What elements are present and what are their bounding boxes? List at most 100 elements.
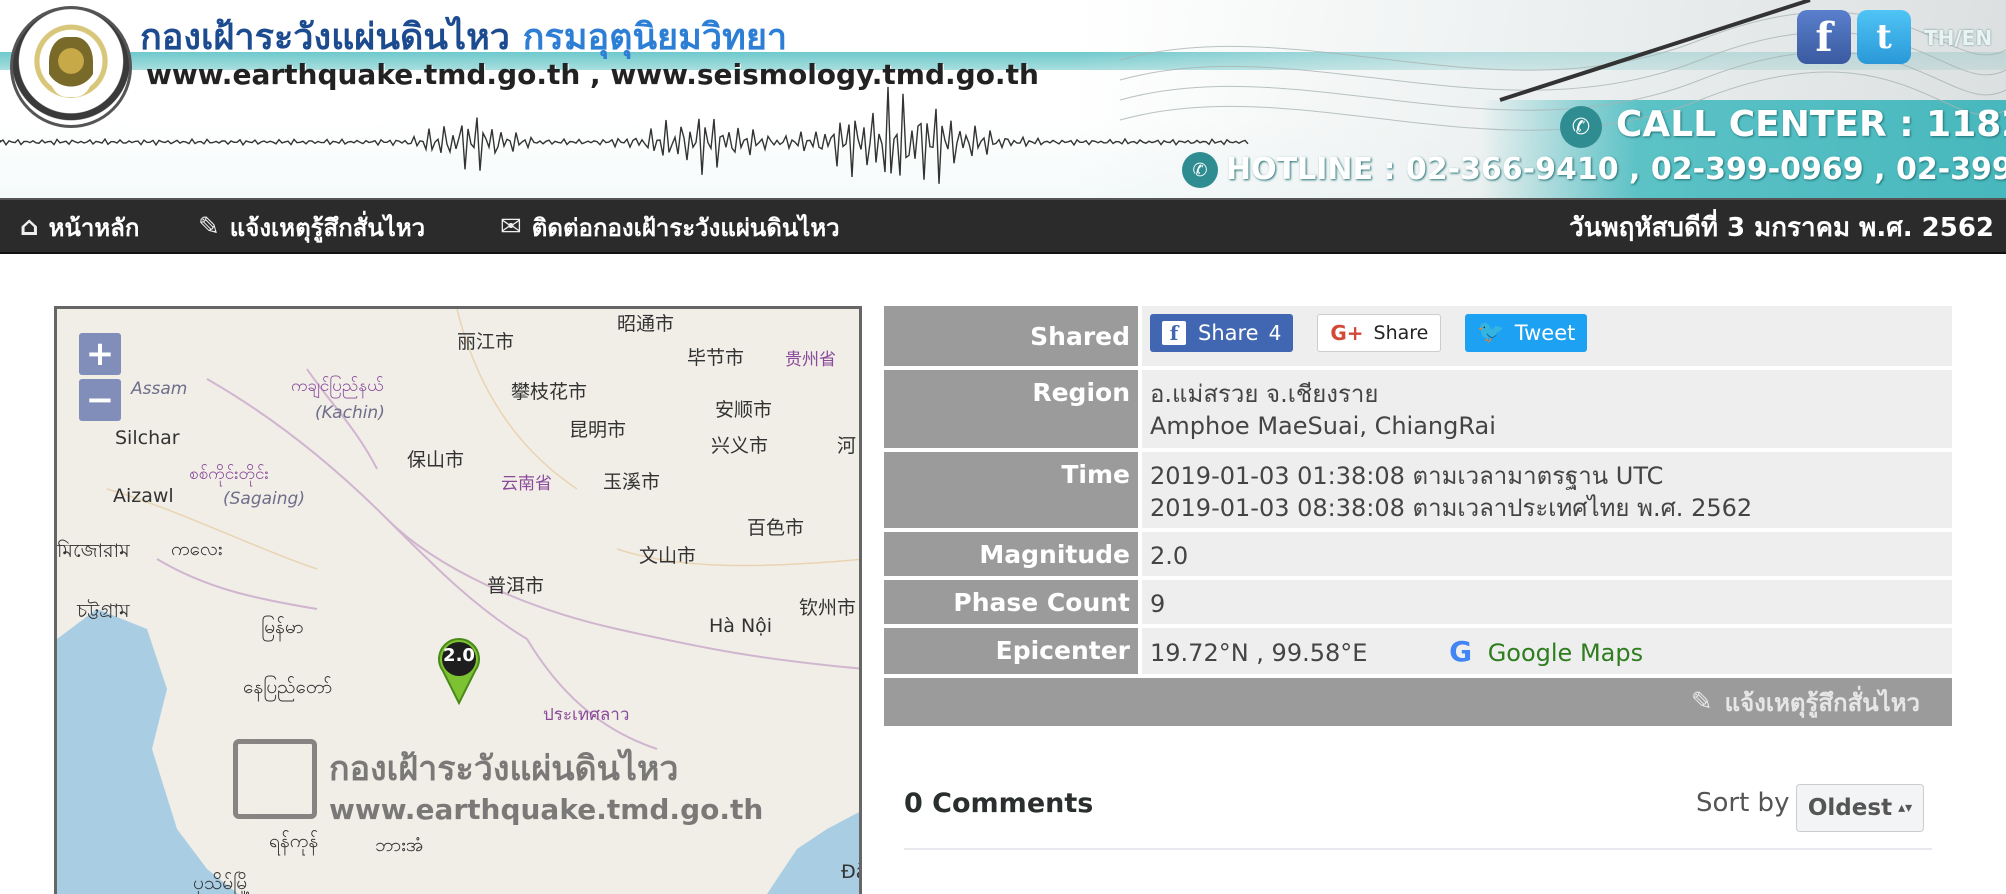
map-label: Silchar <box>115 427 180 449</box>
google-plus-share-label: Share <box>1373 322 1429 344</box>
shared-value: f Share 4 G+ Share 🐦 Tweet <box>1142 306 1952 366</box>
map-label: (Kachin) <box>315 403 385 423</box>
map-label: (Sagaing) <box>223 489 305 509</box>
map-label: မြန်မာ <box>261 616 304 638</box>
magnitude-value: 2.0 <box>1142 532 1952 576</box>
hotline: HOTLINE : 02-366-9410 , 02-399-0969 , 02… <box>1226 152 2006 187</box>
map-label: နေပြည်တော် <box>243 676 333 698</box>
phone-icon: ✆ <box>1560 106 1602 148</box>
map-label: 普洱市 <box>487 575 545 597</box>
time-label: Time <box>884 452 1138 528</box>
epicenter-coords: 19.72°N , 99.58°E <box>1150 639 1368 667</box>
report-felt-label: แจ้งเหตุรู้สึกสั่นไหว <box>1724 688 1920 717</box>
report-icon: ✎ <box>1690 687 1713 717</box>
map-label: စစ်ကိုင်းတိုင်း <box>189 464 269 484</box>
map-label: Hà Nội <box>709 615 773 637</box>
seismograph-icon <box>233 739 317 819</box>
facebook-icon[interactable]: f <box>1797 10 1851 64</box>
tweet-label: Tweet <box>1514 321 1576 345</box>
nav-contact-label: ติดต่อกองเฝ้าระวังแผ่นดินไหว <box>531 213 840 242</box>
map-label: Đà N <box>841 861 859 883</box>
twitter-icon: 🐦 <box>1477 320 1505 345</box>
nav-report-felt[interactable]: ✎ แจ้งเหตุรู้สึกสั่นไหว <box>198 200 425 254</box>
map-label: 云南省 <box>501 474 552 494</box>
report-felt-button[interactable]: ✎ แจ้งเหตุรู้สึกสั่นไหว <box>884 678 1952 726</box>
site-title: กองเฝ้าระวังแผ่นดินไหว กรมอุตุนิยมวิทยา <box>140 17 788 58</box>
home-icon: ⌂ <box>20 212 39 242</box>
map-label: 昭通市 <box>617 313 675 335</box>
sort-arrows-icon: ▴▾ <box>1898 800 1913 816</box>
phase-count-label: Phase Count <box>884 580 1138 624</box>
map-label: 文山市 <box>639 545 697 567</box>
header-banner: กองเฝ้าระวังแผ่นดินไหว กรมอุตุนิยมวิทยา … <box>0 0 2006 198</box>
map-label: চট্টগ্রাম <box>77 600 130 622</box>
time-utc: 2019-01-03 01:38:08 ตามเวลามาตรฐาน UTC <box>1150 462 1664 490</box>
report-icon: ✎ <box>198 212 220 242</box>
magnitude-label: Magnitude <box>884 532 1138 576</box>
map-label: ကချင်ပြည်နယ် <box>291 376 384 396</box>
epicenter-label: Epicenter <box>884 628 1138 674</box>
map-label: মিজোরাম <box>57 540 130 562</box>
row-region: Region อ.แม่สรวย จ.เชียงราย Amphoe MaeSu… <box>884 370 1952 448</box>
map-label: ကလေး <box>171 538 223 560</box>
google-maps-link[interactable]: G Google Maps <box>1449 636 1644 668</box>
time-thai: 2019-01-03 08:38:08 ตามเวลาประเทศไทย พ.ศ… <box>1150 494 1753 522</box>
time-value: 2019-01-03 01:38:08 ตามเวลามาตรฐาน UTC 2… <box>1142 452 1952 528</box>
row-time: Time 2019-01-03 01:38:08 ตามเวลามาตรฐาน … <box>884 452 1952 528</box>
comments-count: 0 Comments <box>904 788 1094 819</box>
twitter-icon[interactable]: t <box>1857 10 1911 64</box>
marker-magnitude: 2.0 <box>443 645 475 666</box>
tmd-logo[interactable] <box>10 6 132 128</box>
mail-icon: ✉ <box>500 212 522 242</box>
nav-contact[interactable]: ✉ ติดต่อกองเฝ้าระวังแผ่นดินไหว <box>500 200 840 254</box>
map-label: 兴义市 <box>711 435 769 457</box>
phase-count-value: 9 <box>1142 580 1952 624</box>
map-label: Aizawl <box>113 485 174 507</box>
watermark-url: www.earthquake.tmd.go.th <box>329 793 764 826</box>
earthquake-info-table: Shared f Share 4 G+ Share 🐦 Tweet Region… <box>884 306 1952 726</box>
sort-value: Oldest <box>1807 795 1893 821</box>
nav-home-label: หน้าหลัก <box>48 213 140 242</box>
google-icon: G <box>1449 635 1473 668</box>
map-label: 保山市 <box>407 449 465 471</box>
row-magnitude: Magnitude 2.0 <box>884 532 1952 576</box>
row-phase-count: Phase Count 9 <box>884 580 1952 624</box>
watermark-title: กองเฝ้าระวังแผ่นดินไหว <box>329 749 679 789</box>
facebook-share-label: Share <box>1198 321 1259 345</box>
map-label: 攀枝花市 <box>511 381 588 403</box>
google-maps-label: Google Maps <box>1487 639 1644 667</box>
nav-home[interactable]: ⌂ หน้าหลัก <box>20 200 139 254</box>
sort-select[interactable]: Oldest ▴▾ <box>1796 784 1924 832</box>
region-label: Region <box>884 370 1138 448</box>
map-label: ပုသိမ်မြို့ <box>193 872 251 894</box>
comments-divider <box>904 848 1932 850</box>
nav-report-label: แจ้งเหตุรู้สึกสั่นไหว <box>229 213 426 242</box>
zoom-in-button[interactable]: + <box>79 333 121 375</box>
language-switch[interactable]: TH/EN <box>1924 26 1992 50</box>
phone-icon: ✆ <box>1182 152 1218 188</box>
epicenter-map[interactable]: 昭通市 丽江市 毕节市 贵州省 Assam ကချင်ပြည်နယ် (Kach… <box>54 306 862 894</box>
region-english: Amphoe MaeSuai, ChiangRai <box>1150 412 1496 440</box>
map-label: ประเทศลาว <box>543 705 630 725</box>
map-label: 玉溪市 <box>603 471 661 493</box>
facebook-share-button[interactable]: f Share 4 <box>1150 314 1294 352</box>
tweet-button[interactable]: 🐦 Tweet <box>1465 314 1588 352</box>
google-plus-icon: G+ <box>1330 321 1364 345</box>
map-label: 百色市 <box>747 517 805 539</box>
site-subtitle: กรมอุตุนิยมวิทยา <box>522 17 788 58</box>
sort-label: Sort by <box>1696 788 1790 818</box>
map-label: 钦州市 <box>799 597 857 619</box>
row-epicenter: Epicenter 19.72°N , 99.58°E G Google Map… <box>884 628 1952 674</box>
current-date: วันพฤหัสบดีที่ 3 มกราคม พ.ศ. 2562 <box>1569 212 1994 243</box>
map-label: 昆明市 <box>569 419 627 441</box>
map-label: Assam <box>131 379 188 399</box>
google-plus-share-button[interactable]: G+ Share <box>1317 314 1442 352</box>
region-thai: อ.แม่สรวย จ.เชียงราย <box>1150 380 1379 408</box>
zoom-out-button[interactable]: − <box>79 379 121 421</box>
shared-label: Shared <box>884 306 1138 366</box>
watermark-logo: กองเฝ้าระวังแผ่นดินไหว www.earthquake.tm… <box>233 739 763 849</box>
region-value: อ.แม่สรวย จ.เชียงราย Amphoe MaeSuai, Chi… <box>1142 370 1952 448</box>
epicenter-marker[interactable]: 2.0 <box>435 635 483 705</box>
map-label: 毕节市 <box>687 347 745 369</box>
map-label: 安顺市 <box>715 399 773 421</box>
